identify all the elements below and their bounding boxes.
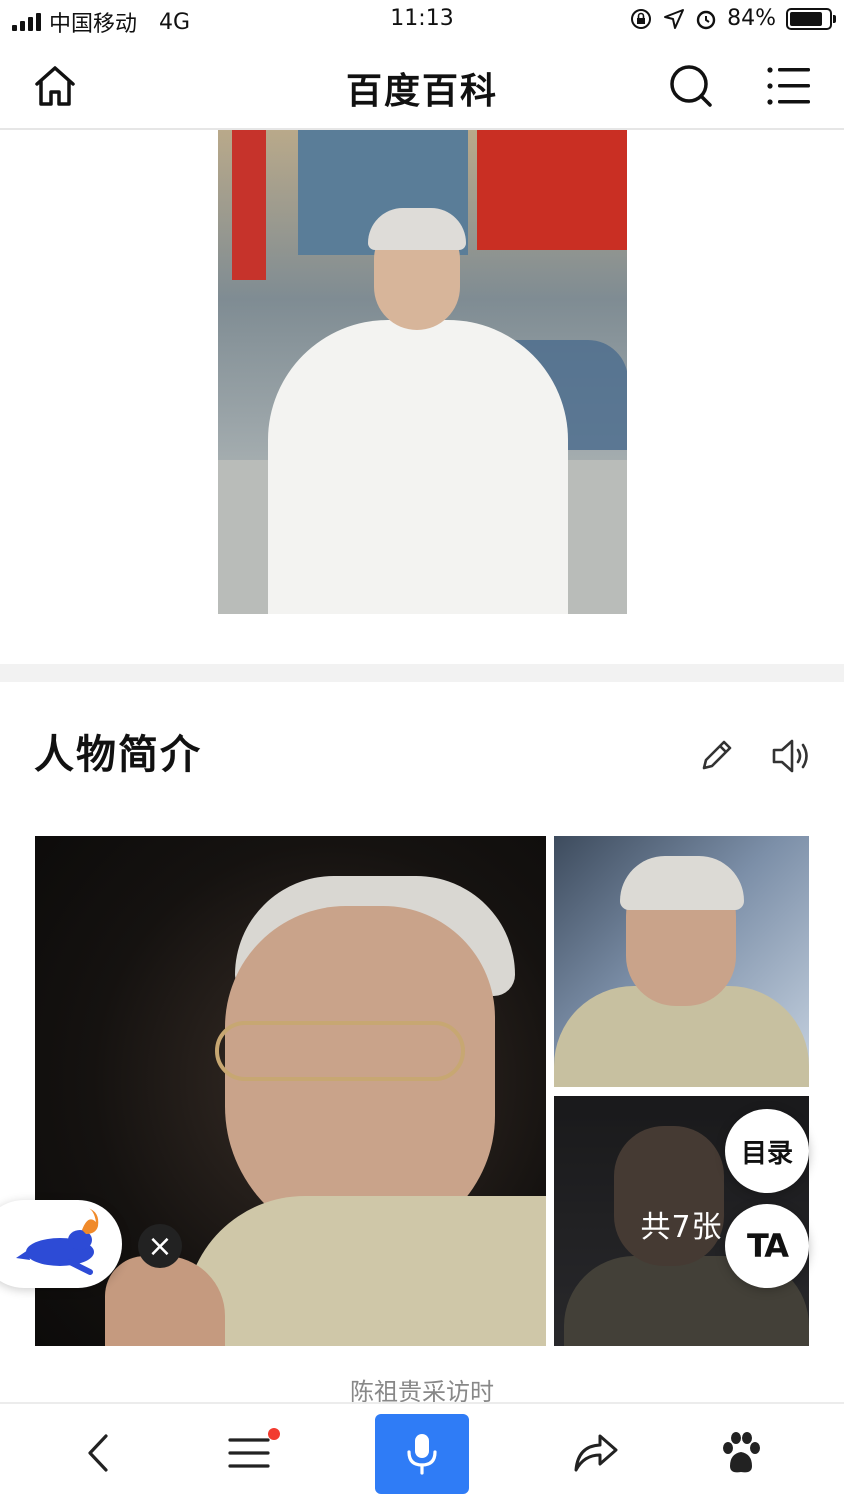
baike-page: 中国移动 4G 11:13 84% 百度百科 人物简介 共7张 目录 TA × … (0, 0, 844, 1500)
nav-bar: 百度百科 (0, 42, 844, 130)
toc-button[interactable]: 目录 (725, 1109, 809, 1193)
mascot-widget[interactable] (0, 1200, 122, 1288)
bottom-toolbar (0, 1402, 844, 1500)
microphone-icon (407, 1434, 437, 1475)
mascot-icon (16, 1208, 99, 1275)
close-icon[interactable]: × (138, 1224, 182, 1268)
search-icon[interactable] (668, 62, 714, 110)
status-right: 84% (629, 6, 836, 31)
voice-search-button[interactable] (375, 1414, 469, 1494)
speaker-icon[interactable] (770, 736, 814, 776)
notification-dot (268, 1428, 280, 1440)
battery-icon (786, 7, 836, 30)
section-divider (0, 664, 844, 682)
menu-icon[interactable] (766, 64, 812, 108)
gallery-thumb-1[interactable] (554, 836, 809, 1087)
section-title: 人物简介 (34, 732, 202, 778)
page-title: 百度百科 (345, 71, 498, 112)
share-icon[interactable] (570, 1428, 620, 1478)
location-icon (664, 8, 685, 29)
status-bar: 中国移动 4G 11:13 84% (0, 0, 844, 42)
hero-photo[interactable] (218, 130, 627, 614)
back-arrow-icon[interactable] (74, 1428, 124, 1478)
list-icon[interactable] (224, 1428, 274, 1478)
ta-button[interactable]: TA (725, 1204, 809, 1288)
pencil-icon[interactable] (696, 736, 736, 776)
battery-percent: 84% (727, 6, 776, 31)
alarm-icon (696, 10, 716, 29)
baidu-paw-icon[interactable] (716, 1428, 766, 1478)
rotation-lock-icon (631, 8, 652, 29)
